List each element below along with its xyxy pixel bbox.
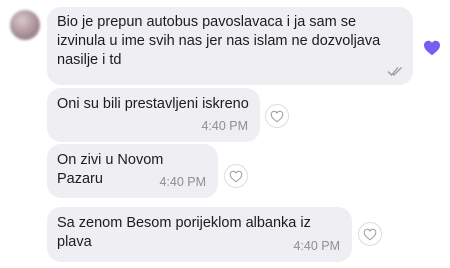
- message-timestamp: 4:40 PM: [159, 175, 206, 189]
- like-heart-icon[interactable]: [224, 164, 248, 188]
- like-heart-icon[interactable]: [358, 222, 382, 246]
- message-bubble-3[interactable]: On zivi u Novom Pazaru 4:40 PM: [47, 144, 218, 198]
- message-bubble-4[interactable]: Sa zenom Besom porijeklom albanka iz pla…: [47, 207, 352, 262]
- message-bubble-1[interactable]: Bio je prepun autobus pavoslavaca i ja s…: [47, 7, 413, 85]
- sender-avatar[interactable]: [10, 10, 40, 40]
- like-heart-icon[interactable]: [265, 104, 289, 128]
- message-text: Oni su bili prestavljeni iskreno: [57, 96, 249, 112]
- seen-check-icon: [387, 67, 402, 76]
- message-text: Bio je prepun autobus pavoslavaca i ja s…: [57, 14, 385, 68]
- message-timestamp: 4:40 PM: [293, 239, 340, 253]
- liked-heart-icon[interactable]: [421, 37, 443, 59]
- message-bubble-2[interactable]: Oni su bili prestavljeni iskreno 4:40 PM: [47, 88, 260, 142]
- message-timestamp: 4:40 PM: [201, 119, 248, 133]
